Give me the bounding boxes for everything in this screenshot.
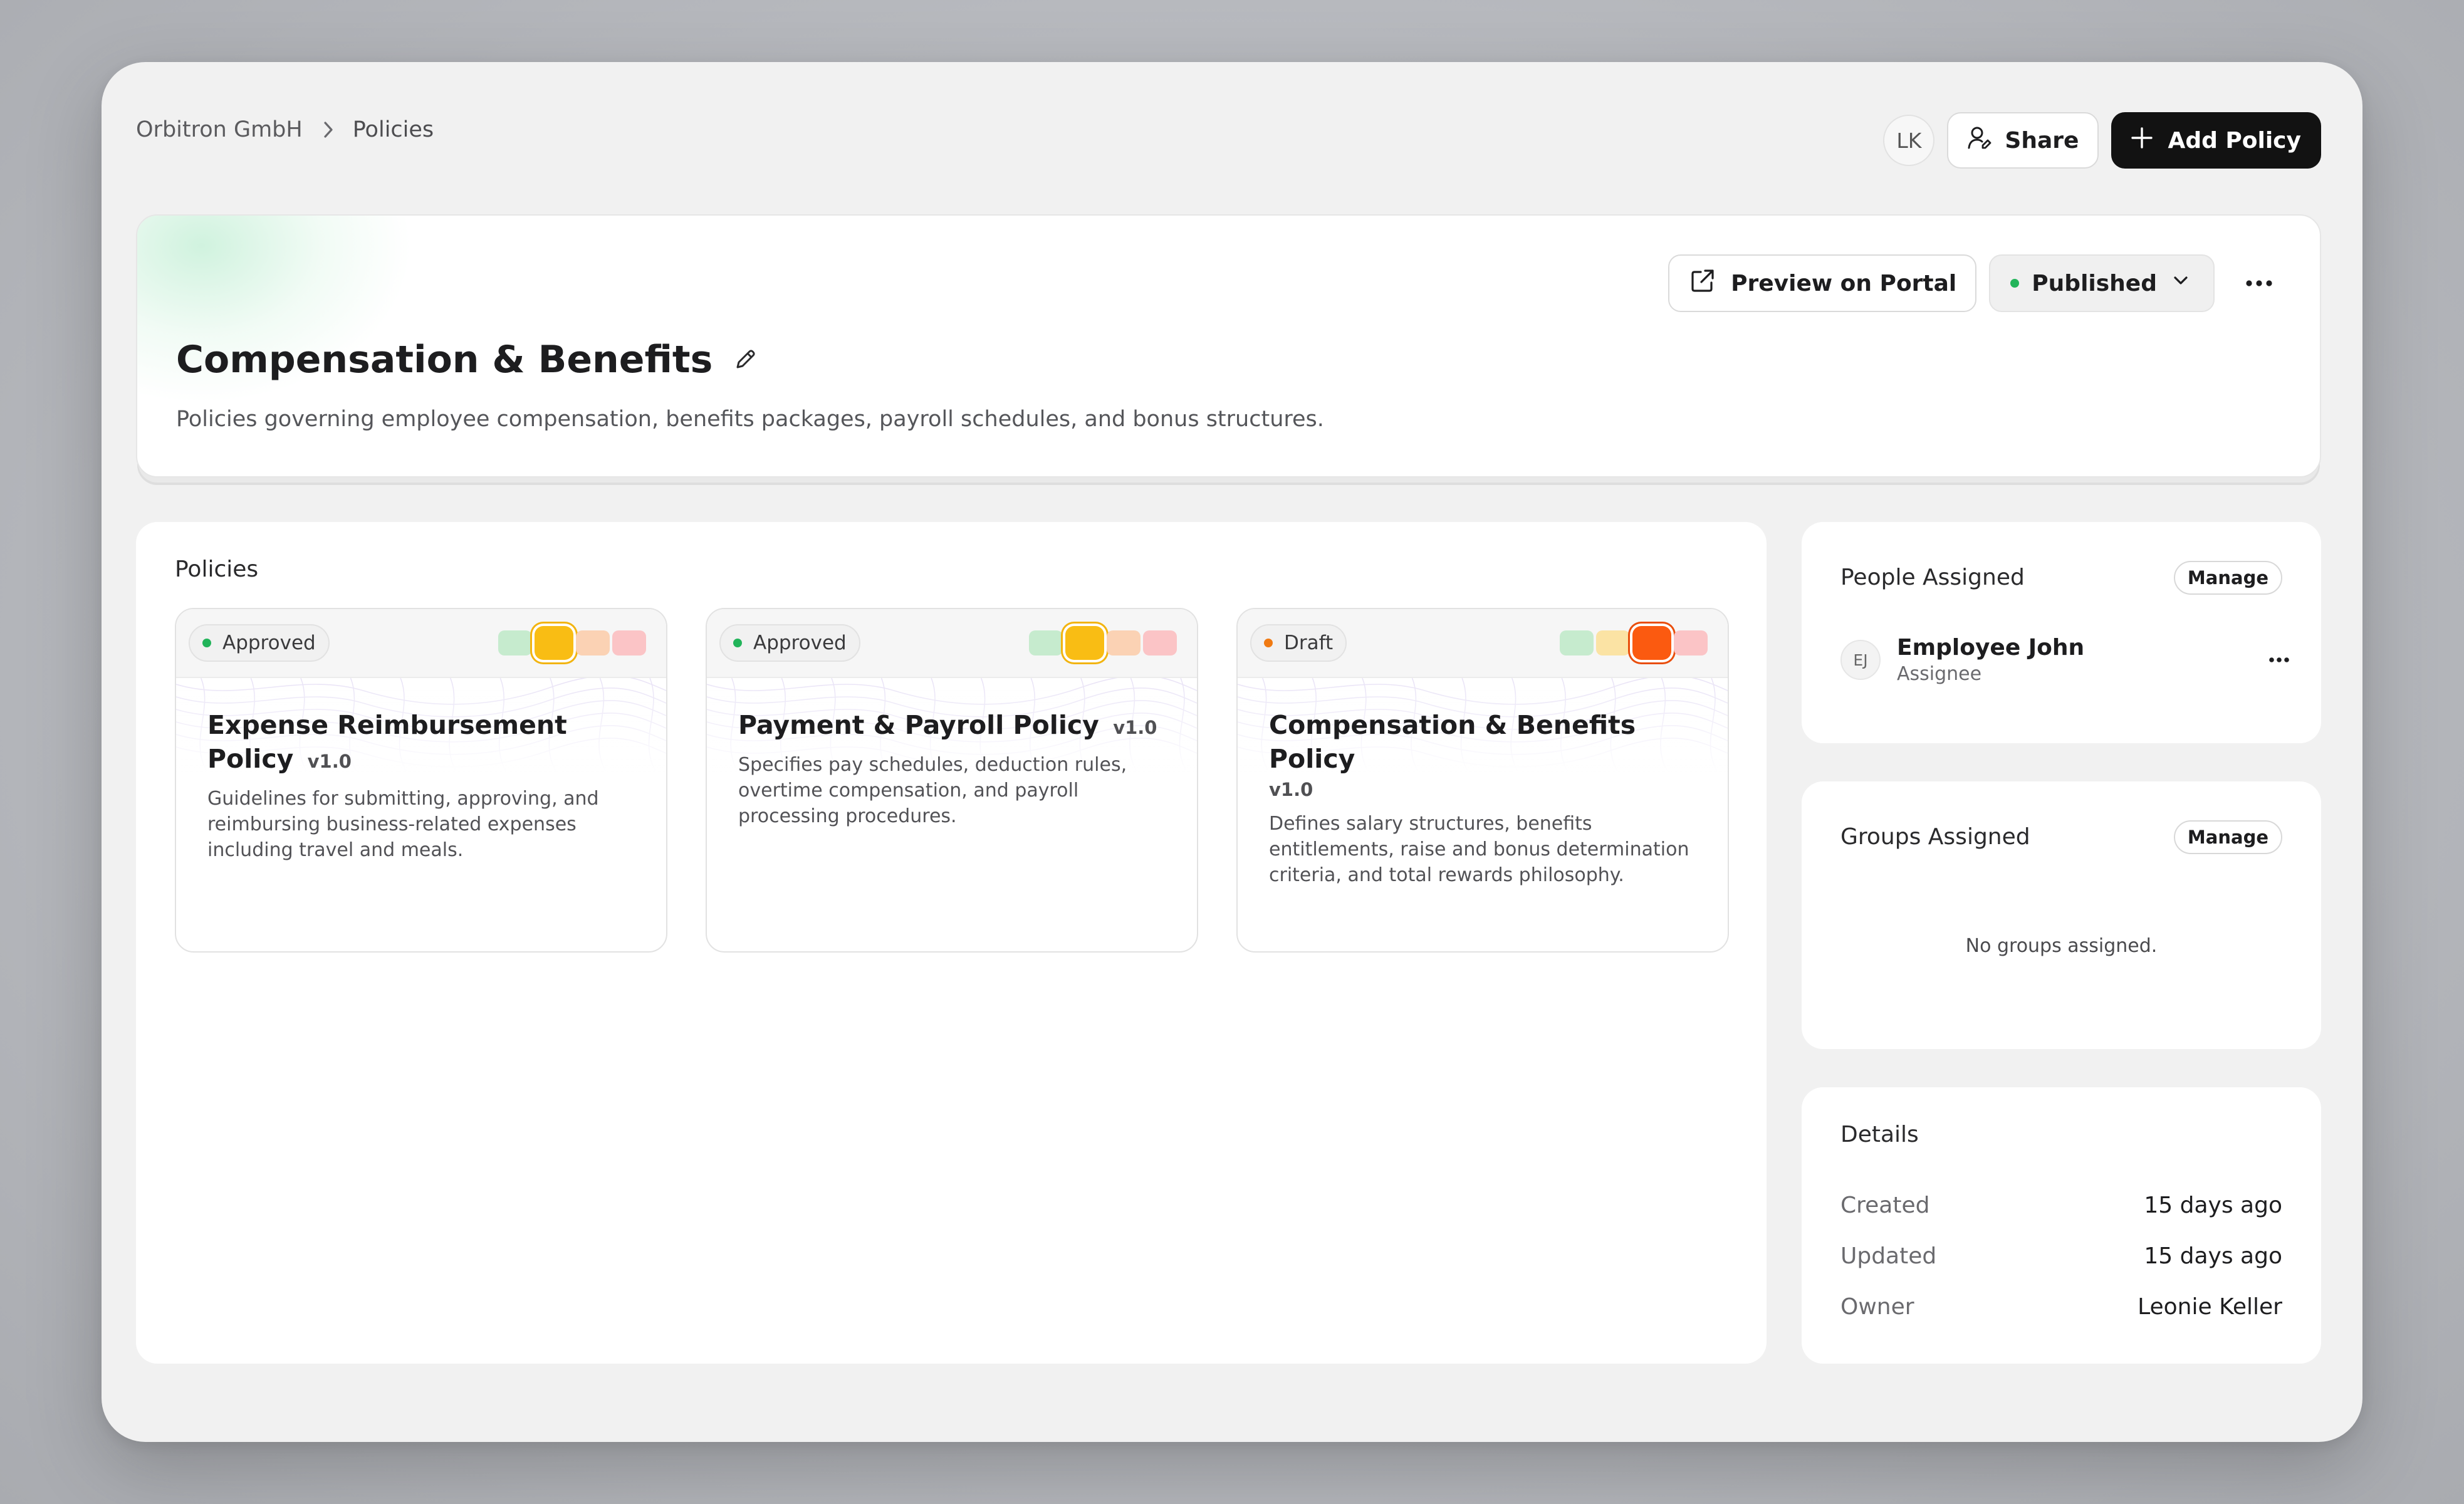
app-window: Orbitron GmbH Policies LK Share Add Poli… [102,62,2362,1442]
risk-level-indicator [1029,626,1177,660]
policy-card[interactable]: Approved [175,608,667,953]
person-name: Employee John [1897,635,2085,661]
share-label: Share [2005,127,2079,154]
risk-level-indicator [1560,626,1708,660]
policy-title: Compensation & Benefits Policy [1269,710,1636,774]
status-dot [733,639,742,647]
people-assigned-card: People Assigned Manage EJ Employee John … [1802,522,2321,743]
risk-segment-4 [612,630,646,655]
detail-row-owner: Owner Leonie Keller [1840,1294,2282,1320]
status-label: Published [2032,270,2157,296]
avatar: EJ [1840,640,1881,680]
risk-segment-2-active [1065,626,1104,660]
preview-label: Preview on Portal [1731,270,1957,296]
header-actions: Preview on Portal Published [1668,254,2281,312]
detail-row-created: Created 15 days ago [1840,1193,2282,1218]
page-title: Compensation & Benefits [176,338,713,382]
risk-segment-1 [1029,630,1063,655]
policies-section-title: Policies [175,556,259,582]
preview-on-portal-button[interactable]: Preview on Portal [1668,254,1977,312]
risk-level-indicator [498,626,646,660]
detail-value: 15 days ago [2144,1193,2282,1218]
status-dropdown[interactable]: Published [1989,254,2215,312]
avatar[interactable]: LK [1883,115,1935,166]
breadcrumb-org[interactable]: Orbitron GmbH [136,117,303,142]
policies-panel: Policies Approved Expense Reimbursement … [136,522,1767,1364]
detail-key: Owner [1840,1294,1914,1320]
person-info: Employee John Assignee [1897,635,2084,685]
policy-description: Defines salary structures, benefits enti… [1269,813,1689,886]
risk-segment-3 [1107,630,1141,655]
breadcrumb: Orbitron GmbH Policies [136,117,434,142]
page-title-row: Compensation & Benefits [176,338,758,382]
policy-title-row: Compensation & Benefits Policy v1.0 [1269,708,1703,803]
status-dot [202,639,211,647]
policy-card-header: Approved [176,609,666,678]
risk-segment-2 [1596,630,1630,655]
policy-version: v1.0 [1269,779,1313,800]
status-badge-label: Approved [222,632,316,654]
policy-description: Guidelines for submitting, approving, an… [207,788,599,861]
policy-version: v1.0 [1113,717,1157,738]
policy-card-body: Compensation & Benefits Policy v1.0 Defi… [1269,708,1703,888]
more-options-icon[interactable] [2268,657,2290,663]
more-options-icon[interactable] [2237,261,2281,305]
plus-icon [2130,126,2154,155]
policy-title: Expense Reimbursement Policy [207,710,567,774]
policy-card-body: Payment & Payroll Policy v1.0 Specifies … [738,708,1172,829]
status-badge-label: Draft [1284,632,1334,654]
policy-description: Specifies pay schedules, deduction rules… [738,754,1127,827]
details-card: Details Created 15 days ago Updated 15 d… [1802,1087,2321,1364]
share-button[interactable]: Share [1947,112,2099,169]
details-title: Details [1840,1122,1919,1147]
empty-state-text: No groups assigned. [1965,935,2158,957]
status-dot [1264,639,1273,647]
groups-assigned-title: Groups Assigned [1840,824,2030,850]
edit-pencil-icon[interactable] [733,338,758,382]
breadcrumb-current: Policies [352,117,434,142]
manage-groups-button[interactable]: Manage [2173,820,2282,854]
status-badge: Approved [719,624,860,662]
groups-assigned-card: Groups Assigned Manage No groups assigne… [1802,781,2321,1049]
detail-value[interactable]: Leonie Keller [2138,1294,2282,1320]
people-assigned-title: People Assigned [1840,565,2025,590]
policy-card-header: Approved [707,609,1197,678]
add-policy-button[interactable]: Add Policy [2111,112,2321,169]
list-item[interactable]: EJ Employee John Assignee [1840,635,2290,685]
risk-segment-3 [576,630,610,655]
status-badge: Draft [1250,624,1347,662]
risk-segment-4 [1143,630,1177,655]
policy-card[interactable]: Approved [706,608,1198,953]
policy-card[interactable]: Draft Compensation & Benefits Policy v1.… [1236,608,1729,953]
top-actions: LK Share Add Policy [1883,112,2321,169]
external-link-icon [1688,266,1717,301]
add-policy-label: Add Policy [2168,127,2301,154]
policy-title-row: Expense Reimbursement Policy v1.0 [207,708,641,778]
detail-key: Updated [1840,1243,1937,1269]
detail-value: 15 days ago [2144,1243,2282,1269]
policy-title-row: Payment & Payroll Policy v1.0 [738,708,1172,744]
risk-segment-2-active [535,626,573,660]
status-badge: Approved [189,624,330,662]
detail-key: Created [1840,1193,1930,1218]
policy-version: v1.0 [307,751,352,772]
risk-segment-4 [1674,630,1708,655]
policy-card-header: Draft [1238,609,1728,678]
status-dot [2010,279,2020,288]
status-badge-label: Approved [753,632,847,654]
category-header-card: Preview on Portal Published Compensation… [136,214,2321,478]
risk-segment-3-active [1632,626,1671,660]
detail-row-updated: Updated 15 days ago [1840,1243,2282,1269]
chevron-right-icon [321,120,335,139]
policy-title: Payment & Payroll Policy [738,710,1099,740]
risk-segment-1 [1560,630,1594,655]
chevron-down-icon [2169,269,2192,298]
policy-card-body: Expense Reimbursement Policy v1.0 Guidel… [207,708,641,863]
user-share-icon [1966,124,1993,157]
person-role: Assignee [1897,663,1982,685]
page-description: Policies governing employee compensation… [176,407,1324,432]
manage-people-button[interactable]: Manage [2173,561,2282,595]
risk-segment-1 [498,630,532,655]
